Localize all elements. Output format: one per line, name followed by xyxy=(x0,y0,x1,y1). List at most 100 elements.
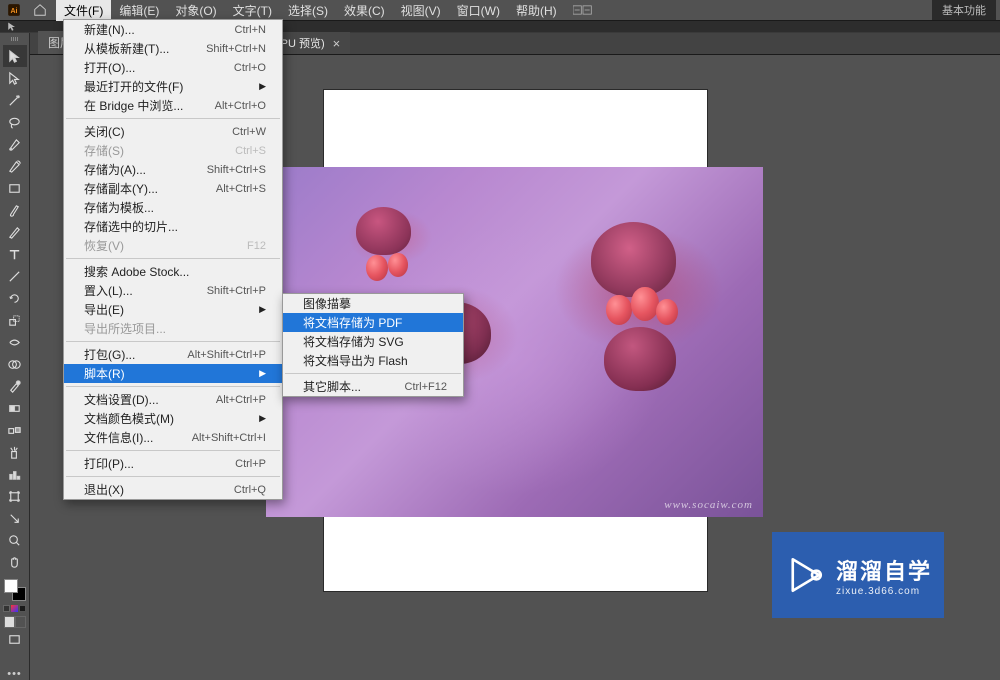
blend-tool[interactable] xyxy=(3,419,27,441)
file-menu-item[interactable]: 文档设置(D)...Alt+Ctrl+P xyxy=(64,390,282,409)
brand-title: 溜溜自学 xyxy=(836,554,932,586)
svg-text:Ai: Ai xyxy=(11,8,18,15)
menu-item-label: 存储副本(Y)... xyxy=(84,180,216,197)
file-menu-item[interactable]: 存储为模板... xyxy=(64,198,282,217)
edit-toolbar-icon[interactable]: ••• xyxy=(7,668,22,680)
menu-effect[interactable]: 效果(C) xyxy=(336,0,393,21)
file-menu-item[interactable]: 文件信息(I)...Alt+Shift+Ctrl+I xyxy=(64,428,282,447)
menu-shortcut: Shift+Ctrl+S xyxy=(207,164,266,176)
scripts-menu-item[interactable]: 图像描摹 xyxy=(283,294,463,313)
menu-shortcut: Ctrl+F12 xyxy=(405,381,448,393)
line-segment-tool[interactable] xyxy=(3,265,27,287)
text-tool[interactable] xyxy=(3,243,27,265)
scale-tool[interactable] xyxy=(3,309,27,331)
file-menu-item[interactable]: 脚本(R)▶ xyxy=(64,364,282,383)
file-menu-item[interactable]: 从模板新建(T)...Shift+Ctrl+N xyxy=(64,39,282,58)
fill-swatch[interactable] xyxy=(4,579,18,593)
file-menu-item[interactable]: 置入(L)...Shift+Ctrl+P xyxy=(64,281,282,300)
menu-edit[interactable]: 编辑(E) xyxy=(111,0,167,21)
menu-shortcut: Ctrl+O xyxy=(234,62,266,74)
menu-object[interactable]: 对象(O) xyxy=(167,0,224,21)
menu-item-label: 关闭(C) xyxy=(84,123,232,140)
file-menu-item[interactable]: 存储为(A)...Shift+Ctrl+S xyxy=(64,160,282,179)
ai-app-icon[interactable]: Ai xyxy=(4,0,24,20)
screen-mode-tool[interactable] xyxy=(3,628,27,650)
paintbrush-tool[interactable] xyxy=(3,199,27,221)
draw-mode-toggle[interactable] xyxy=(4,616,26,628)
menu-item-label: 其它脚本... xyxy=(303,378,405,395)
pen-tool[interactable] xyxy=(3,133,27,155)
menu-item-label: 从模板新建(T)... xyxy=(84,40,206,57)
gradient-tool[interactable] xyxy=(3,397,27,419)
menu-type[interactable]: 文字(T) xyxy=(225,0,280,21)
magic-wand-tool[interactable] xyxy=(3,89,27,111)
menu-separator xyxy=(66,450,280,451)
selection-tool[interactable] xyxy=(3,45,27,67)
file-menu-item[interactable]: 退出(X)Ctrl+Q xyxy=(64,480,282,499)
menu-item-label: 导出(E) xyxy=(84,301,255,318)
fill-stroke-swatch[interactable] xyxy=(4,579,26,601)
rotate-tool[interactable] xyxy=(3,287,27,309)
file-menu-item[interactable]: 导出(E)▶ xyxy=(64,300,282,319)
file-menu-item[interactable]: 存储选中的切片... xyxy=(64,217,282,236)
scripts-menu-item[interactable]: 将文档存储为 PDF xyxy=(283,313,463,332)
file-menu-item[interactable]: 新建(N)...Ctrl+N xyxy=(64,20,282,39)
file-menu-item: 导出所选项目... xyxy=(64,319,282,338)
submenu-arrow-icon: ▶ xyxy=(259,81,266,92)
zoom-tool[interactable] xyxy=(3,529,27,551)
file-menu-item[interactable]: 搜索 Adobe Stock... xyxy=(64,262,282,281)
file-menu-item[interactable]: 打印(P)...Ctrl+P xyxy=(64,454,282,473)
home-icon[interactable] xyxy=(30,0,50,20)
symbol-sprayer-tool[interactable] xyxy=(3,441,27,463)
direct-selection-tool[interactable] xyxy=(3,67,27,89)
menu-item-label: 文档颜色模式(M) xyxy=(84,410,255,427)
file-menu-item[interactable]: 关闭(C)Ctrl+W xyxy=(64,122,282,141)
menu-file[interactable]: 文件(F) xyxy=(56,0,111,21)
workspace-switcher[interactable]: 基本功能 xyxy=(932,0,996,20)
berry-shape xyxy=(656,299,678,325)
eyedropper-tool[interactable] xyxy=(3,375,27,397)
file-menu-item[interactable]: 打包(G)...Alt+Shift+Ctrl+P xyxy=(64,345,282,364)
file-menu-item[interactable]: 存储副本(Y)...Alt+Ctrl+S xyxy=(64,179,282,198)
file-menu-item[interactable]: 最近打开的文件(F)▶ xyxy=(64,77,282,96)
artboard-tool[interactable] xyxy=(3,485,27,507)
hand-tool[interactable] xyxy=(3,551,27,573)
submenu-arrow-icon: ▶ xyxy=(259,368,266,379)
file-menu-item[interactable]: 在 Bridge 中浏览...Alt+Ctrl+O xyxy=(64,96,282,115)
character-widget-icon[interactable] xyxy=(573,2,593,18)
tab-close-icon[interactable]: × xyxy=(333,36,341,51)
brand-overlay: 溜溜自学 zixue.3d66.com xyxy=(772,532,944,618)
menubar: Ai 文件(F) 编辑(E) 对象(O) 文字(T) 选择(S) 效果(C) 视… xyxy=(0,0,1000,20)
menu-help[interactable]: 帮助(H) xyxy=(508,0,565,21)
menu-shortcut: Ctrl+N xyxy=(235,24,266,36)
menu-separator xyxy=(285,373,461,374)
slice-tool[interactable] xyxy=(3,507,27,529)
menu-item-label: 文档设置(D)... xyxy=(84,391,216,408)
menu-window[interactable]: 窗口(W) xyxy=(449,0,508,21)
file-menu-item[interactable]: 打开(O)...Ctrl+O xyxy=(64,58,282,77)
curvature-tool[interactable] xyxy=(3,155,27,177)
scripts-menu-item[interactable]: 将文档存储为 SVG xyxy=(283,332,463,351)
menu-shortcut: F12 xyxy=(247,240,266,252)
flower-shape xyxy=(591,222,676,297)
menu-shortcut: Alt+Ctrl+S xyxy=(216,183,266,195)
shape-builder-tool[interactable] xyxy=(3,353,27,375)
width-tool[interactable] xyxy=(3,331,27,353)
menu-view[interactable]: 视图(V) xyxy=(393,0,449,21)
column-graph-tool[interactable] xyxy=(3,463,27,485)
berry-shape xyxy=(388,253,408,277)
scripts-menu-item[interactable]: 将文档导出为 Flash xyxy=(283,351,463,370)
menu-shortcut: Ctrl+P xyxy=(235,458,266,470)
file-menu-item[interactable]: 文档颜色模式(M)▶ xyxy=(64,409,282,428)
pencil-tool[interactable] xyxy=(3,221,27,243)
panel-grip-icon[interactable] xyxy=(3,37,27,43)
scripts-menu-item[interactable]: 其它脚本...Ctrl+F12 xyxy=(283,377,463,396)
menu-item-label: 在 Bridge 中浏览... xyxy=(84,97,215,114)
lasso-tool[interactable] xyxy=(3,111,27,133)
menu-item-label: 将文档存储为 SVG xyxy=(303,333,447,350)
menu-separator xyxy=(66,258,280,259)
menu-select[interactable]: 选择(S) xyxy=(280,0,336,21)
color-mode-toggles[interactable] xyxy=(3,605,26,612)
rectangle-tool[interactable] xyxy=(3,177,27,199)
file-menu-item: 恢复(V)F12 xyxy=(64,236,282,255)
